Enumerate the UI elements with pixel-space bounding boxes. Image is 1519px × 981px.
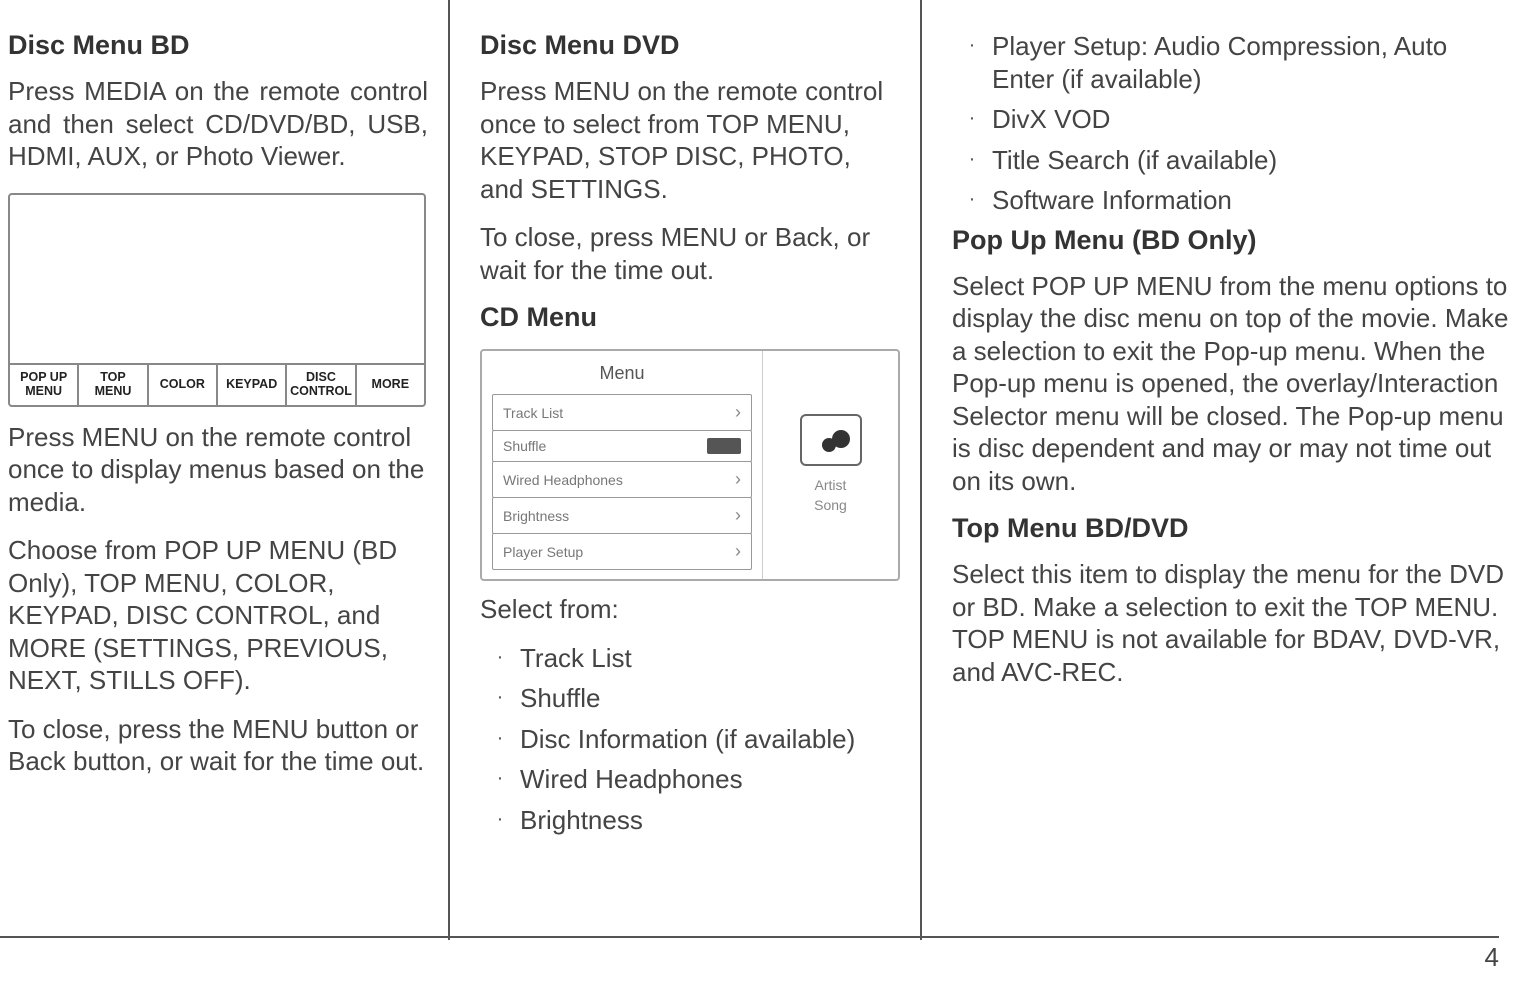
toolbar-more: MORE bbox=[357, 365, 424, 405]
list-item-text: Shuffle bbox=[520, 682, 900, 715]
cd-menu-item-wired-headphones: Wired Headphones › bbox=[492, 461, 752, 498]
chevron-right-icon: › bbox=[735, 541, 741, 562]
list-item-text: Player Setup: Audio Compression, Auto En… bbox=[992, 30, 1509, 95]
cd-options-list-cont: ·Player Setup: Audio Compression, Auto E… bbox=[952, 30, 1509, 217]
column-1: Disc Menu BD Press MEDIA on the remote c… bbox=[0, 0, 448, 940]
toolbar-color: COLOR bbox=[149, 365, 218, 405]
heading-disc-menu-dvd: Disc Menu DVD bbox=[480, 30, 900, 61]
menu-item-label: Shuffle bbox=[503, 438, 546, 454]
toolbar-keypad: KEYPAD bbox=[218, 365, 287, 405]
cd-now-playing: Artist Song bbox=[762, 351, 898, 579]
list-item-text: Wired Headphones bbox=[520, 763, 900, 796]
paragraph: Press MENU on the remote control once to… bbox=[480, 75, 900, 205]
list-item: ·Wired Headphones bbox=[480, 763, 900, 796]
menu-item-label: Player Setup bbox=[503, 544, 583, 560]
page-number: 4 bbox=[0, 936, 1499, 973]
chevron-right-icon: › bbox=[735, 469, 741, 490]
toggle-icon bbox=[707, 438, 741, 454]
bullet-icon: · bbox=[480, 682, 520, 712]
paragraph: Select from: bbox=[480, 593, 900, 626]
toolbar-disc-control: DISC CONTROL bbox=[287, 365, 356, 405]
paragraph: Select this item to display the menu for… bbox=[952, 558, 1509, 688]
menu-item-label: Track List bbox=[503, 405, 563, 421]
list-item-text: Disc Information (if available) bbox=[520, 723, 900, 756]
album-art-icon bbox=[800, 414, 862, 466]
manual-page: Disc Menu BD Press MEDIA on the remote c… bbox=[0, 0, 1519, 940]
bullet-icon: · bbox=[952, 103, 992, 133]
heading-popup-menu: Pop Up Menu (BD Only) bbox=[952, 225, 1509, 256]
column-2: Disc Menu DVD Press MENU on the remote c… bbox=[448, 0, 920, 940]
cd-menu-item-player-setup: Player Setup › bbox=[492, 533, 752, 570]
cd-menu-list: Menu Track List › Shuffle Wired Headphon… bbox=[482, 351, 762, 579]
bullet-icon: · bbox=[480, 642, 520, 672]
bullet-icon: · bbox=[952, 30, 992, 60]
heading-top-menu: Top Menu BD/DVD bbox=[952, 513, 1509, 544]
toolbar-popup-menu: POP UP MENU bbox=[10, 365, 79, 405]
paragraph: Press MEDIA on the remote control and th… bbox=[8, 75, 428, 173]
list-item: ·Player Setup: Audio Compression, Auto E… bbox=[952, 30, 1509, 95]
paragraph: Choose from POP UP MENU (BD Only), TOP M… bbox=[8, 534, 428, 697]
cd-menu-title: Menu bbox=[492, 359, 752, 394]
cd-menu-item-brightness: Brightness › bbox=[492, 497, 752, 534]
list-item: ·Software Information bbox=[952, 184, 1509, 217]
list-item-text: DivX VOD bbox=[992, 103, 1509, 136]
song-label: Song bbox=[814, 496, 847, 516]
figure-bd-toolbar: POP UP MENU TOP MENU COLOR KEYPAD DISC C… bbox=[8, 193, 426, 407]
list-item-text: Software Information bbox=[992, 184, 1509, 217]
figure-cd-menu: Menu Track List › Shuffle Wired Headphon… bbox=[480, 349, 900, 581]
paragraph: To close, press MENU or Back, or wait fo… bbox=[480, 221, 900, 286]
cd-options-list: ·Track List ·Shuffle ·Disc Information (… bbox=[480, 642, 900, 837]
now-playing-meta: Artist Song bbox=[814, 476, 847, 515]
list-item: ·Track List bbox=[480, 642, 900, 675]
toolbar-top-menu: TOP MENU bbox=[79, 365, 148, 405]
bullet-icon: · bbox=[952, 144, 992, 174]
list-item-text: Title Search (if available) bbox=[992, 144, 1509, 177]
chevron-right-icon: › bbox=[735, 402, 741, 423]
list-item: ·Brightness bbox=[480, 804, 900, 837]
paragraph: Select POP UP MENU from the menu options… bbox=[952, 270, 1509, 498]
bullet-icon: · bbox=[480, 723, 520, 753]
paragraph: To close, press the MENU button or Back … bbox=[8, 713, 428, 778]
chevron-right-icon: › bbox=[735, 505, 741, 526]
list-item: ·Disc Information (if available) bbox=[480, 723, 900, 756]
bullet-icon: · bbox=[952, 184, 992, 214]
menu-item-label: Wired Headphones bbox=[503, 472, 623, 488]
list-item: ·Title Search (if available) bbox=[952, 144, 1509, 177]
cd-menu-item-tracklist: Track List › bbox=[492, 394, 752, 431]
heading-disc-menu-bd: Disc Menu BD bbox=[8, 30, 428, 61]
heading-cd-menu: CD Menu bbox=[480, 302, 900, 333]
list-item-text: Track List bbox=[520, 642, 900, 675]
list-item: ·DivX VOD bbox=[952, 103, 1509, 136]
artist-label: Artist bbox=[814, 476, 847, 496]
bullet-icon: · bbox=[480, 804, 520, 834]
list-item-text: Brightness bbox=[520, 804, 900, 837]
paragraph: Press MENU on the remote control once to… bbox=[8, 421, 428, 519]
bd-toolbar: POP UP MENU TOP MENU COLOR KEYPAD DISC C… bbox=[10, 365, 424, 405]
list-item: ·Shuffle bbox=[480, 682, 900, 715]
cd-menu-item-shuffle: Shuffle bbox=[492, 430, 752, 462]
bullet-icon: · bbox=[480, 763, 520, 793]
figure-blank-area bbox=[10, 195, 424, 365]
column-3: ·Player Setup: Audio Compression, Auto E… bbox=[920, 0, 1519, 940]
menu-item-label: Brightness bbox=[503, 508, 569, 524]
